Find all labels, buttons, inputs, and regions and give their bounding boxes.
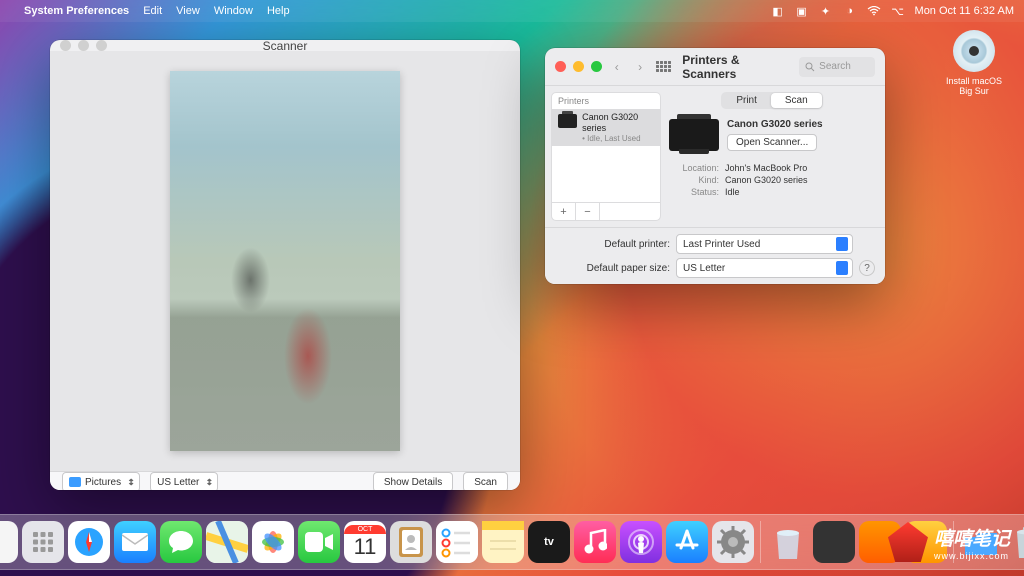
sidebar-printer-item[interactable]: Canon G3020 series • Idle, Last Used [552, 109, 660, 146]
default-paper-select[interactable]: US Letter [676, 258, 853, 278]
paper-size-select[interactable]: US Letter [150, 472, 218, 490]
meta-status: Idle [725, 187, 740, 197]
status-icon[interactable]: ▣ [795, 4, 809, 18]
sidebar-printer-status: • Idle, Last Used [582, 134, 654, 144]
printer-image [669, 119, 719, 151]
back-button[interactable]: ‹ [608, 58, 625, 76]
dock-facetime[interactable] [298, 521, 340, 563]
add-printer-button[interactable]: + [552, 203, 576, 220]
search-input[interactable]: Search [799, 57, 875, 77]
desktop-icon-label: Install macOS Big Sur [944, 76, 1004, 96]
scan-preview-area[interactable] [50, 51, 520, 471]
dock-tv[interactable]: tv [528, 521, 570, 563]
wifi-icon[interactable] [867, 4, 881, 18]
watermark-title: 嘻嘻笔记 [934, 524, 1010, 551]
meta-kind: Canon G3020 series [725, 175, 808, 185]
tab-print[interactable]: Print [722, 93, 771, 108]
watermark: 嘻嘻笔记 www.bijixx.com [888, 522, 1010, 562]
sidebar-printer-name: Canon G3020 series [582, 112, 654, 134]
dock-system-preferences[interactable] [712, 521, 754, 563]
show-all-button[interactable] [655, 58, 672, 76]
watermark-url: www.bijixx.com [934, 551, 1010, 561]
watermark-logo-icon [888, 522, 928, 562]
dock-mail[interactable] [114, 521, 156, 563]
zoom-icon[interactable] [591, 61, 602, 72]
menu-window[interactable]: Window [214, 5, 253, 17]
show-details-button[interactable]: Show Details [373, 472, 453, 490]
dock-safari[interactable] [68, 521, 110, 563]
scanner-title: Scanner [50, 40, 520, 53]
dock-recent-2[interactable] [813, 521, 855, 563]
prefs-titlebar[interactable]: ‹ › Printers & Scanners Search [545, 48, 885, 86]
desktop-install-disc[interactable]: Install macOS Big Sur [944, 30, 1004, 96]
minimize-icon[interactable] [573, 61, 584, 72]
device-name: Canon G3020 series [727, 119, 875, 130]
printers-scanners-window: ‹ › Printers & Scanners Search Printers … [545, 48, 885, 284]
zoom-icon[interactable] [96, 40, 107, 51]
default-printer-select[interactable]: Last Printer Used [676, 234, 853, 254]
status-icon[interactable]: ◑ [843, 4, 857, 18]
scanner-window: Scanner Pictures US Letter Show Details … [50, 40, 520, 490]
dock-photos[interactable] [252, 521, 294, 563]
printer-detail-pane: Print Scan Canon G3020 series Open Scann… [665, 86, 885, 227]
dock-recent-1[interactable] [767, 521, 809, 563]
close-icon[interactable] [60, 40, 71, 51]
status-icon[interactable]: ◧ [771, 4, 785, 18]
search-icon [805, 62, 815, 72]
meta-location: John's MacBook Pro [725, 163, 807, 173]
scanned-image-preview[interactable] [170, 71, 400, 451]
scan-button[interactable]: Scan [463, 472, 508, 490]
menubar-clock[interactable]: Mon Oct 11 6:32 AM [915, 5, 1014, 17]
folder-icon [69, 477, 81, 487]
printer-icon [558, 114, 577, 128]
scanner-titlebar[interactable]: Scanner [50, 40, 520, 51]
close-icon[interactable] [555, 61, 566, 72]
dock-notes[interactable] [482, 521, 524, 563]
dock-messages[interactable] [160, 521, 202, 563]
menu-edit[interactable]: Edit [143, 5, 162, 17]
dock: OCT11 tv [0, 514, 1024, 570]
menu-view[interactable]: View [176, 5, 200, 17]
dock-separator [760, 521, 761, 563]
scanner-toolbar: Pictures US Letter Show Details Scan [50, 471, 520, 490]
dock-maps[interactable] [206, 521, 248, 563]
printers-sidebar: Printers Canon G3020 series • Idle, Last… [551, 92, 661, 221]
status-icon[interactable]: ✦ [819, 4, 833, 18]
dock-appstore[interactable] [666, 521, 708, 563]
open-scanner-button[interactable]: Open Scanner... [727, 134, 817, 151]
app-menu[interactable]: System Preferences [24, 5, 129, 17]
sidebar-header: Printers [552, 93, 660, 109]
dock-contacts[interactable] [390, 521, 432, 563]
menubar: System Preferences Edit View Window Help… [0, 0, 1024, 22]
dock-calendar[interactable]: OCT11 [344, 521, 386, 563]
disc-icon [953, 30, 995, 72]
tab-scan[interactable]: Scan [771, 93, 822, 108]
control-center-icon[interactable]: ⌥ [891, 4, 905, 18]
forward-button[interactable]: › [631, 58, 648, 76]
dock-reminders[interactable] [436, 521, 478, 563]
prefs-title: Printers & Scanners [682, 53, 793, 81]
minimize-icon[interactable] [78, 40, 89, 51]
destination-select[interactable]: Pictures [62, 472, 140, 490]
remove-printer-button[interactable]: − [576, 203, 600, 220]
dock-finder[interactable] [0, 521, 18, 563]
dock-podcasts[interactable] [620, 521, 662, 563]
dock-launchpad[interactable] [22, 521, 64, 563]
help-button[interactable]: ? [859, 260, 875, 276]
menu-help[interactable]: Help [267, 5, 290, 17]
dock-music[interactable] [574, 521, 616, 563]
